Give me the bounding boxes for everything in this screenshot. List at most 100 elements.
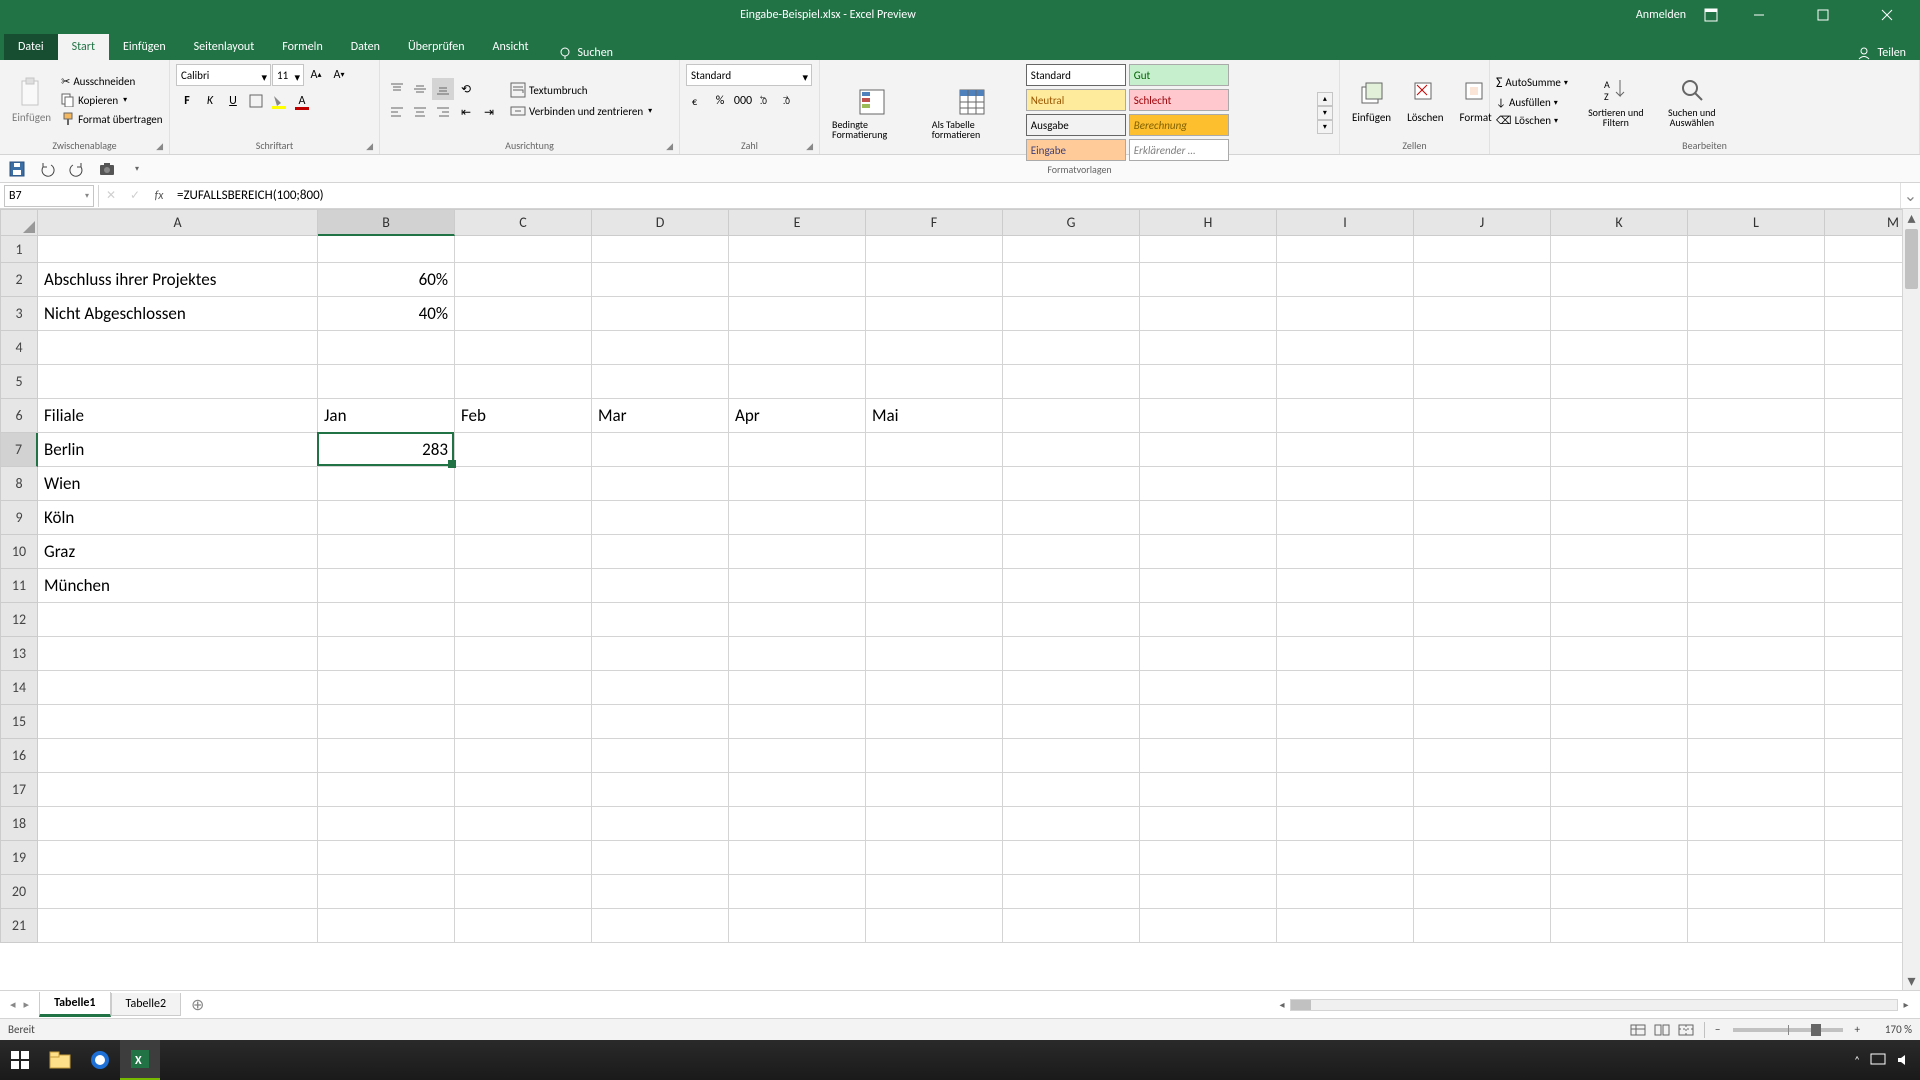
cell-G1[interactable] [1003, 236, 1140, 263]
cell-H14[interactable] [1140, 671, 1277, 705]
style-schlecht[interactable]: Schlecht [1129, 89, 1229, 111]
cell-A17[interactable] [38, 773, 318, 807]
browser-taskbar[interactable] [80, 1040, 120, 1080]
cell-D3[interactable] [592, 297, 729, 331]
cell-E14[interactable] [729, 671, 866, 705]
row-header-20[interactable]: 20 [0, 875, 38, 909]
decrease-decimal-button[interactable]: .0→ [778, 90, 800, 112]
cell-J11[interactable] [1414, 569, 1551, 603]
cell-G5[interactable] [1003, 365, 1140, 399]
cell-F3[interactable] [866, 297, 1003, 331]
tab-formulas[interactable]: Formeln [268, 34, 336, 60]
cell-K21[interactable] [1551, 909, 1688, 943]
style-ausgabe[interactable]: Ausgabe [1026, 114, 1126, 136]
cell-J6[interactable] [1414, 399, 1551, 433]
excel-taskbar[interactable]: X [120, 1040, 160, 1080]
cell-B8[interactable] [318, 467, 455, 501]
cell-C6[interactable]: Feb [455, 399, 592, 433]
increase-decimal-button[interactable]: .0← [755, 90, 777, 112]
cell-K8[interactable] [1551, 467, 1688, 501]
cell-B15[interactable] [318, 705, 455, 739]
wrap-text-button[interactable]: Textumbruch [510, 80, 652, 100]
expand-formula-bar[interactable]: ⌄ [1900, 183, 1920, 208]
cell-G18[interactable] [1003, 807, 1140, 841]
cell-C4[interactable] [455, 331, 592, 365]
cell-G16[interactable] [1003, 739, 1140, 773]
maximize-button[interactable] [1800, 0, 1846, 30]
qat-customize[interactable]: ▾ [126, 158, 148, 180]
cell-J18[interactable] [1414, 807, 1551, 841]
cell-E11[interactable] [729, 569, 866, 603]
cell-C2[interactable] [455, 263, 592, 297]
sheet-nav-next[interactable]: ▸ [24, 998, 30, 1011]
font-color-button[interactable]: A [291, 90, 313, 112]
style-eingabe[interactable]: Eingabe [1026, 139, 1126, 161]
cell-D6[interactable]: Mar [592, 399, 729, 433]
align-center-button[interactable] [409, 101, 431, 123]
cell-B3[interactable]: 40% [318, 297, 455, 331]
cell-G17[interactable] [1003, 773, 1140, 807]
cell-E1[interactable] [729, 236, 866, 263]
normal-view-button[interactable] [1626, 1021, 1650, 1039]
row-header-12[interactable]: 12 [0, 603, 38, 637]
row-header-15[interactable]: 15 [0, 705, 38, 739]
cell-I2[interactable] [1277, 263, 1414, 297]
cell-D7[interactable] [592, 433, 729, 467]
cell-F4[interactable] [866, 331, 1003, 365]
decrease-font-button[interactable]: A▾ [328, 64, 350, 86]
cell-D8[interactable] [592, 467, 729, 501]
cell-I4[interactable] [1277, 331, 1414, 365]
cell-J20[interactable] [1414, 875, 1551, 909]
cell-B18[interactable] [318, 807, 455, 841]
cell-L20[interactable] [1688, 875, 1825, 909]
cell-I7[interactable] [1277, 433, 1414, 467]
format-as-table-button[interactable]: Als Tabelle formatieren [926, 84, 1022, 142]
cell-L9[interactable] [1688, 501, 1825, 535]
column-header-J[interactable]: J [1414, 209, 1551, 236]
row-header-1[interactable]: 1 [0, 236, 38, 263]
undo-button[interactable] [36, 158, 58, 180]
cell-E4[interactable] [729, 331, 866, 365]
cell-A15[interactable] [38, 705, 318, 739]
row-header-10[interactable]: 10 [0, 535, 38, 569]
cell-E8[interactable] [729, 467, 866, 501]
merge-center-button[interactable]: Verbinden und zentrieren▾ [510, 101, 652, 121]
percent-button[interactable]: % [709, 90, 731, 112]
cell-J16[interactable] [1414, 739, 1551, 773]
cell-K4[interactable] [1551, 331, 1688, 365]
cell-I16[interactable] [1277, 739, 1414, 773]
cell-B11[interactable] [318, 569, 455, 603]
comma-button[interactable]: 000 [732, 90, 754, 112]
cell-I9[interactable] [1277, 501, 1414, 535]
tab-view[interactable]: Ansicht [479, 34, 543, 60]
cell-A16[interactable] [38, 739, 318, 773]
cell-J21[interactable] [1414, 909, 1551, 943]
cell-M17[interactable] [1825, 773, 1902, 807]
cell-J9[interactable] [1414, 501, 1551, 535]
cell-J7[interactable] [1414, 433, 1551, 467]
cell-M11[interactable] [1825, 569, 1902, 603]
cell-L8[interactable] [1688, 467, 1825, 501]
cell-B1[interactable] [318, 236, 455, 263]
cell-E13[interactable] [729, 637, 866, 671]
column-header-D[interactable]: D [592, 209, 729, 236]
cell-C15[interactable] [455, 705, 592, 739]
column-header-C[interactable]: C [455, 209, 592, 236]
cell-I12[interactable] [1277, 603, 1414, 637]
cell-M4[interactable] [1825, 331, 1902, 365]
align-left-button[interactable] [386, 101, 408, 123]
cell-G2[interactable] [1003, 263, 1140, 297]
page-break-view-button[interactable] [1674, 1021, 1698, 1039]
cell-J5[interactable] [1414, 365, 1551, 399]
row-header-2[interactable]: 2 [0, 263, 38, 297]
cell-E21[interactable] [729, 909, 866, 943]
cell-C16[interactable] [455, 739, 592, 773]
tab-file[interactable]: Datei [4, 34, 58, 60]
cell-A21[interactable] [38, 909, 318, 943]
cell-H1[interactable] [1140, 236, 1277, 263]
column-header-G[interactable]: G [1003, 209, 1140, 236]
cell-H15[interactable] [1140, 705, 1277, 739]
underline-button[interactable]: U [222, 90, 244, 112]
cell-M8[interactable] [1825, 467, 1902, 501]
row-header-16[interactable]: 16 [0, 739, 38, 773]
